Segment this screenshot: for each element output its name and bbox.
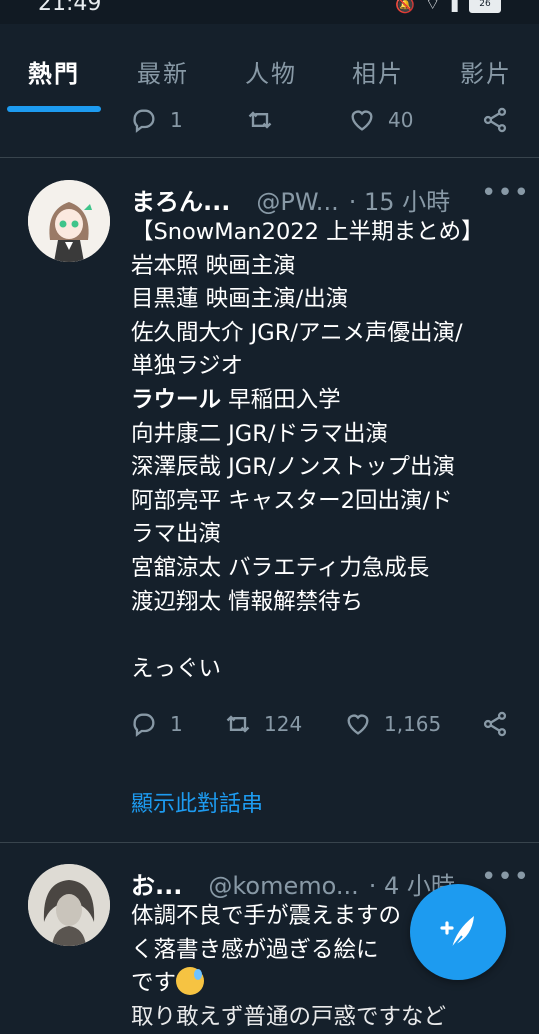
show-thread-link[interactable]: 顯示此對話串: [131, 786, 263, 818]
tweet-line-text: 体調不良で手が震えますの: [131, 903, 402, 929]
prev-like-button[interactable]: 40: [348, 106, 413, 134]
tweet-line: 取り敢えず普通の戸惑ですなど: [131, 1003, 447, 1030]
like-count: 1,165: [384, 712, 442, 736]
tweet-line: 渡辺翔太 情報解禁待ち: [131, 588, 364, 615]
user-handle[interactable]: @komemo...: [208, 872, 358, 900]
mute-icon: 🔕: [395, 0, 416, 14]
status-bar: 21:49 🔕 ⌔ ▮ 26: [0, 0, 539, 24]
avatar[interactable]: [28, 180, 110, 262]
prev-share-button[interactable]: [481, 106, 509, 134]
search-tabs: 熱門 最新 人物 相片 影片: [0, 24, 539, 116]
sweat-smile-emoji-icon: [176, 967, 205, 996]
compose-button[interactable]: [410, 884, 506, 980]
tab-people[interactable]: 人物: [245, 54, 297, 89]
avatar-illustration: [28, 180, 110, 262]
tweet-text: 【SnowMan2022 上半期まとめ】 岩本照 映画主演 目黒蓮 映画主演/出…: [131, 216, 521, 686]
active-tab-indicator: [7, 106, 101, 112]
retweet-icon: [226, 715, 250, 733]
heart-icon: [347, 714, 369, 735]
tweet-divider: [0, 157, 539, 158]
battery-icon: 26: [469, 0, 501, 13]
reply-count: 1: [170, 712, 183, 736]
tab-photos[interactable]: 相片: [352, 54, 404, 89]
wifi-icon: ⌔: [425, 0, 441, 13]
retweet-button[interactable]: 124: [224, 710, 302, 738]
tweet-line: 単独ラジオ: [131, 353, 244, 380]
avatar[interactable]: [28, 864, 110, 946]
tab-videos[interactable]: 影片: [460, 54, 512, 89]
share-icon: [483, 711, 507, 737]
display-name[interactable]: まろん...: [131, 182, 230, 217]
tweet-line: 深澤辰哉 JGR/ノンストップ出演: [131, 454, 455, 481]
tab-latest[interactable]: 最新: [137, 54, 189, 89]
reply-button[interactable]: 1: [130, 710, 183, 738]
tweet-line: 目黒蓮 映画主演/出演: [131, 286, 349, 313]
tweet-header: まろん... @PW... · 15 小時: [131, 182, 450, 217]
tweet-line: えっぐい: [131, 655, 222, 682]
more-icon[interactable]: •••: [481, 178, 530, 208]
tweet-divider: [0, 842, 539, 843]
signal-icon: ▮: [450, 0, 459, 14]
tweet-line: 【SnowMan2022 上半期まとめ】: [131, 219, 484, 245]
tweet-line: 佐久間大介 JGR/アニメ声優出演/: [131, 319, 463, 346]
tweet-line-text: です: [131, 970, 177, 997]
prev-reply-button[interactable]: 1: [130, 106, 183, 134]
tweet-header: お... @komemo... · 4 小時: [131, 866, 455, 901]
reply-icon: [133, 713, 155, 737]
tweet-line: ラウール 早稲田入学: [131, 384, 521, 418]
bold-name: ラウール: [131, 386, 222, 413]
status-time: 21:49: [38, 0, 102, 16]
tweet-line: 阿部亮平 キャスター2回出演/ド: [131, 487, 453, 514]
tweet-line-text: く落書き感が過ぎる絵に: [131, 936, 379, 963]
share-button[interactable]: [481, 710, 509, 738]
tweet-line: 宮舘涼太 バラエティ力急成長: [131, 554, 430, 581]
tab-top[interactable]: 熱門: [28, 54, 80, 89]
heart-icon: [351, 110, 373, 131]
prev-like-count: 40: [388, 108, 414, 132]
prev-reply-count: 1: [170, 108, 183, 132]
tweet-line: ラマ出演: [131, 521, 222, 548]
status-icons: 🔕 ⌔ ▮ 26: [395, 0, 501, 14]
reply-icon: [133, 109, 155, 133]
share-icon: [483, 107, 507, 133]
retweet-icon: [248, 111, 272, 129]
compose-feather-icon: [440, 916, 474, 949]
tweet-time[interactable]: · 15 小時: [349, 182, 450, 217]
tweet-line: 岩本照 映画主演: [131, 252, 296, 279]
like-button[interactable]: 1,165: [344, 710, 441, 738]
avatar-illustration: [28, 864, 110, 946]
prev-retweet-button[interactable]: [246, 106, 274, 134]
more-icon[interactable]: •••: [481, 862, 530, 892]
user-handle[interactable]: @PW...: [256, 188, 338, 216]
retweet-count: 124: [264, 712, 303, 736]
display-name[interactable]: お...: [131, 866, 182, 901]
bold-line-rest: 早稲田入学: [221, 386, 341, 413]
tweet-line: 向井康二 JGR/ドラマ出演: [131, 420, 388, 447]
